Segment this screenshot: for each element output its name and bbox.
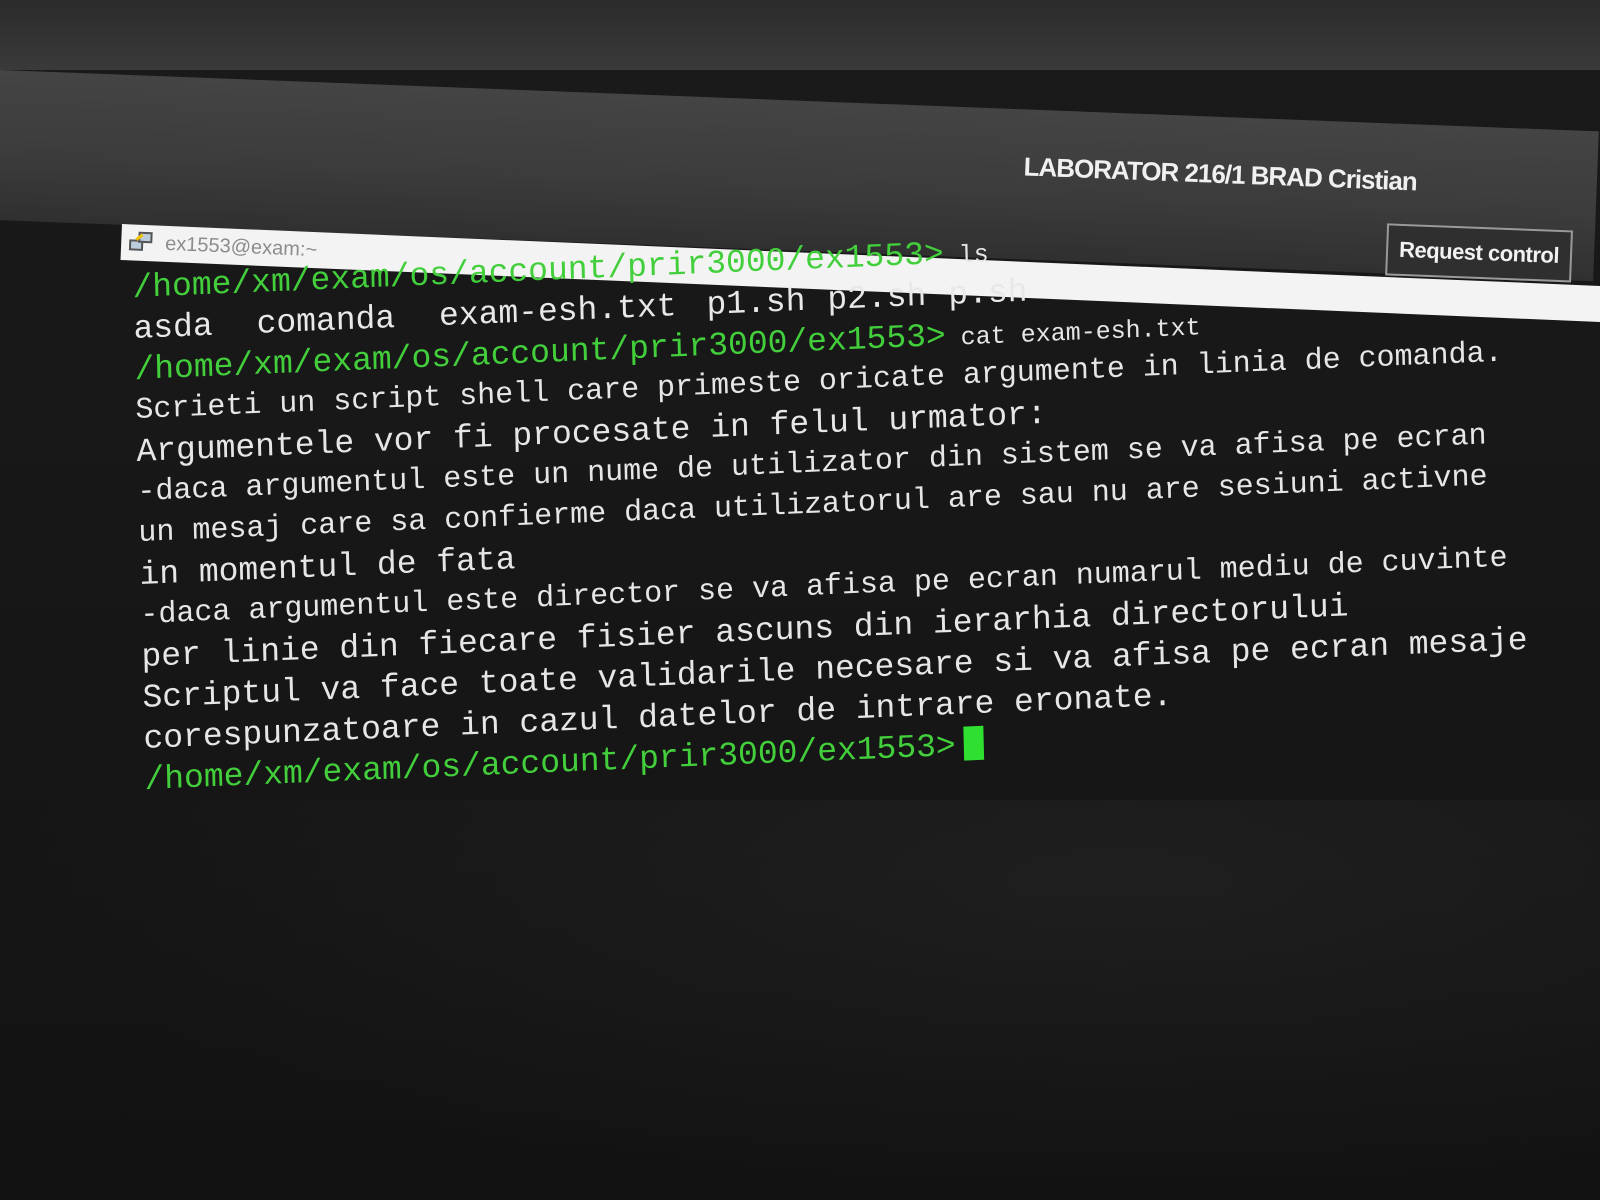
file-entry: p.sh — [947, 273, 1028, 314]
window-title: ex1553@exam:~ — [164, 232, 318, 261]
terminal-cursor[interactable] — [963, 725, 985, 761]
directory-entry: asda — [133, 307, 214, 348]
monitor-bezel — [0, 0, 1600, 70]
putty-icon — [128, 229, 156, 256]
command-text: ls — [943, 240, 990, 271]
file-entry: comanda — [256, 300, 396, 343]
file-entry: p2.sh — [826, 277, 927, 319]
screen-glare — [0, 800, 1600, 1200]
terminal-output[interactable]: /home/xm/exam/os/account/prir3000/ex1553… — [132, 209, 1564, 801]
monitor-screen: LABORATOR 216/1 BRAD Cristian Request co… — [0, 0, 1600, 1200]
file-entry: p1.sh — [706, 282, 806, 324]
session-title: LABORATOR 216/1 BRAD Cristian — [1023, 151, 1418, 197]
